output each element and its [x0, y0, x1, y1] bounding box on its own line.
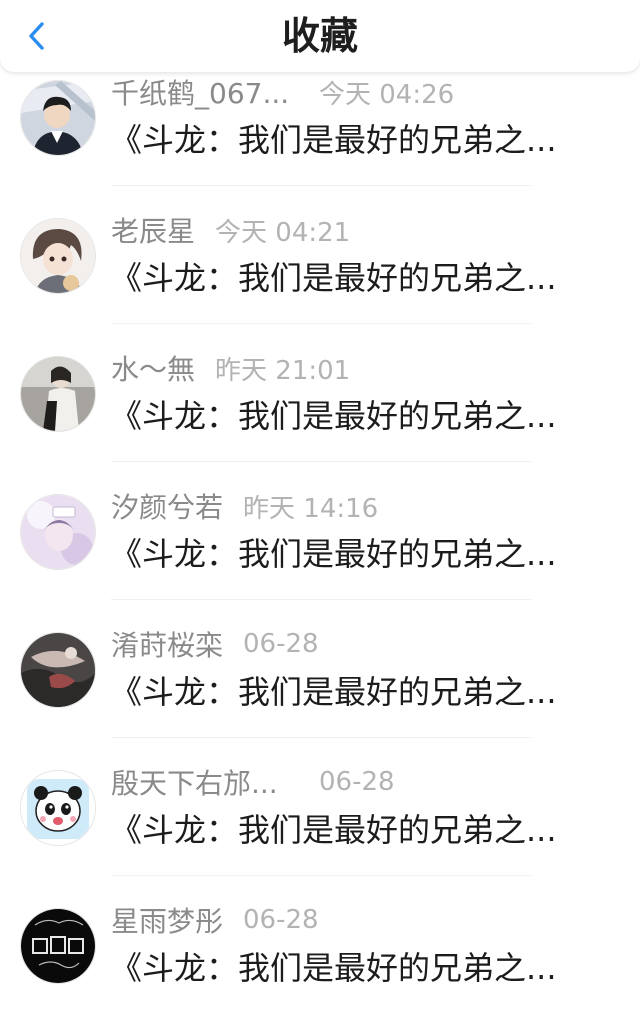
post-title[interactable]: 《斗龙：我们是最好的兄弟之...	[110, 530, 600, 578]
page-title: 收藏	[281, 14, 358, 58]
item-meta: 星雨梦彤 06-28	[111, 900, 319, 940]
timestamp: 昨天 21:01	[215, 355, 351, 386]
item-meta: 淆莳桜栾 06-28	[111, 624, 319, 664]
timestamp: 今天 04:21	[215, 217, 351, 248]
post-title[interactable]: 《斗龙：我们是最好的兄弟之...	[110, 806, 600, 854]
list-item[interactable]: 殷天下右邡... 06-28 《斗龙：我们是最好的兄弟之...	[0, 750, 640, 888]
user-name[interactable]: 殷天下右邡...	[111, 762, 287, 802]
list-item[interactable]: 星雨梦彤 06-28 《斗龙：我们是最好的兄弟之...	[0, 888, 640, 1026]
divider	[111, 737, 531, 738]
divider	[111, 599, 531, 600]
user-name[interactable]: 千纸鹤_067...	[111, 72, 287, 112]
user-name[interactable]: 汐颜兮若	[111, 486, 223, 526]
user-name[interactable]: 水～無	[111, 348, 195, 388]
avatar[interactable]	[20, 770, 96, 846]
post-title[interactable]: 《斗龙：我们是最好的兄弟之...	[110, 392, 600, 440]
item-meta: 老辰星 今天 04:21	[111, 210, 350, 250]
post-title[interactable]: 《斗龙：我们是最好的兄弟之...	[110, 668, 600, 716]
timestamp: 昨天 14:16	[243, 493, 379, 524]
timestamp: 06-28	[243, 629, 319, 659]
avatar[interactable]	[20, 494, 96, 570]
post-title[interactable]: 《斗龙：我们是最好的兄弟之...	[110, 944, 600, 992]
user-name[interactable]: 淆莳桜栾	[111, 624, 223, 664]
avatar[interactable]	[20, 218, 96, 294]
divider	[111, 875, 531, 876]
avatar[interactable]	[20, 632, 96, 708]
list-item[interactable]: 汐颜兮若 昨天 14:16 《斗龙：我们是最好的兄弟之...	[0, 474, 640, 612]
divider	[111, 185, 531, 186]
post-title[interactable]: 《斗龙：我们是最好的兄弟之...	[110, 116, 600, 164]
timestamp: 06-28	[243, 905, 319, 935]
top-bar: 收藏	[0, 0, 640, 72]
avatar[interactable]	[20, 908, 96, 984]
list-item[interactable]: 老辰星 今天 04:21 《斗龙：我们是最好的兄弟之...	[0, 198, 640, 336]
item-meta: 千纸鹤_067... 今天 04:26	[111, 72, 454, 112]
timestamp: 06-28	[319, 767, 395, 797]
divider	[111, 461, 531, 462]
list-item[interactable]: 淆莳桜栾 06-28 《斗龙：我们是最好的兄弟之...	[0, 612, 640, 750]
timestamp: 今天 04:26	[319, 79, 455, 110]
item-meta: 殷天下右邡... 06-28	[111, 762, 395, 802]
user-name[interactable]: 老辰星	[111, 210, 195, 250]
list-item[interactable]: 水～無 昨天 21:01 《斗龙：我们是最好的兄弟之...	[0, 336, 640, 474]
user-name[interactable]: 星雨梦彤	[111, 900, 223, 940]
list-item[interactable]: 千纸鹤_067... 今天 04:26 《斗龙：我们是最好的兄弟之...	[0, 60, 640, 198]
item-meta: 汐颜兮若 昨天 14:16	[111, 486, 378, 526]
avatar[interactable]	[20, 80, 96, 156]
item-meta: 水～無 昨天 21:01	[111, 348, 350, 388]
post-title[interactable]: 《斗龙：我们是最好的兄弟之...	[110, 254, 600, 302]
divider	[111, 323, 531, 324]
avatar[interactable]	[20, 356, 96, 432]
